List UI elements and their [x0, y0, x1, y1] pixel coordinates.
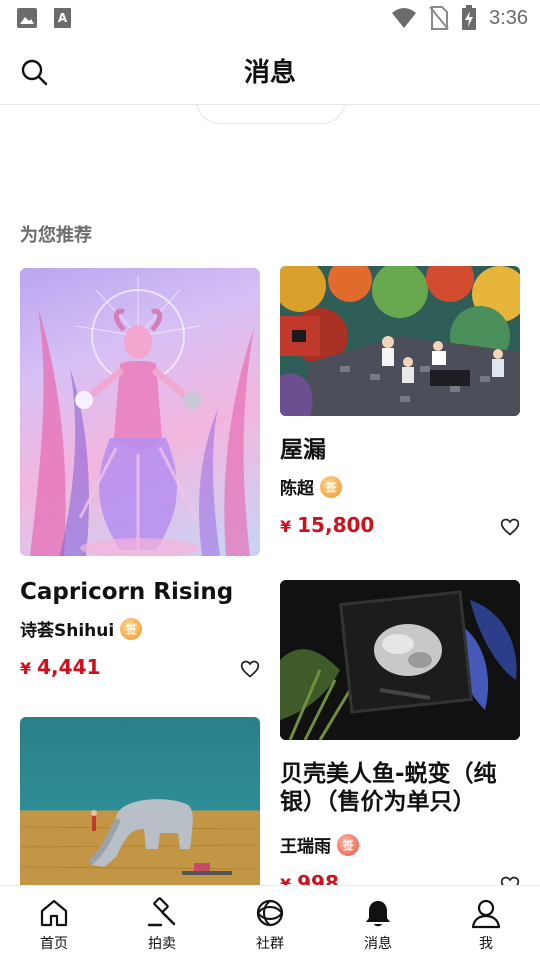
page-title: 消息 — [243, 58, 296, 88]
artist-name[interactable]: 诗荟Shihui — [20, 616, 114, 641]
artist-row[interactable]: 王瑞雨 签 — [280, 832, 520, 857]
price-row: ¥15,800 — [280, 513, 520, 539]
artwork-card[interactable]: Capricorn Rising 诗荟Shihui 签 ¥4,441 — [20, 268, 260, 681]
home-icon — [40, 899, 68, 927]
signed-badge-icon: 签 — [120, 617, 143, 640]
artwork-card[interactable]: 贝壳美人鱼-蜕变（纯银）（售价为单只） 王瑞雨 签 ¥998 — [280, 580, 520, 897]
battery-charging-icon — [462, 5, 477, 30]
top-app-bar: 消息 — [0, 36, 540, 105]
bottom-navigation: 首页 拍卖 社群 消息 我 — [0, 885, 540, 960]
heart-icon[interactable] — [240, 659, 260, 679]
artist-row[interactable]: 陈超 签 — [280, 474, 520, 499]
price: ¥15,800 — [280, 513, 375, 537]
clock: 3:36 — [489, 6, 528, 29]
svg-text:A: A — [58, 11, 68, 25]
profile-icon — [471, 899, 501, 929]
nav-item-home[interactable]: 首页 — [0, 886, 108, 960]
nav-label: 拍卖 — [148, 936, 176, 952]
nav-label: 我 — [479, 936, 493, 952]
artwork-image[interactable] — [280, 580, 520, 740]
artist-row[interactable]: 诗荟Shihui 签 — [20, 616, 260, 641]
artwork-card[interactable] — [20, 717, 260, 887]
nav-label: 首页 — [40, 936, 68, 952]
nav-label: 消息 — [364, 936, 392, 952]
heart-icon[interactable] — [500, 517, 520, 537]
artwork-image[interactable] — [20, 268, 260, 556]
bell-icon — [366, 901, 390, 927]
nav-item-community[interactable]: 社群 — [216, 886, 324, 960]
artist-name[interactable]: 王瑞雨 — [280, 832, 331, 857]
nav-item-auction[interactable]: 拍卖 — [108, 886, 216, 960]
nav-item-messages[interactable]: 消息 — [324, 886, 432, 960]
price-row: ¥4,441 — [20, 655, 260, 681]
text-notification-icon: A — [54, 8, 71, 28]
no-sim-icon — [429, 6, 449, 30]
wifi-icon — [392, 8, 417, 28]
artwork-title[interactable]: 贝壳美人鱼-蜕变（纯银）（售价为单只） — [280, 760, 520, 816]
artwork-image[interactable] — [280, 266, 520, 416]
artwork-title[interactable]: 屋漏 — [280, 436, 520, 464]
artwork-title[interactable]: Capricorn Rising — [20, 578, 260, 606]
nav-label: 社群 — [256, 936, 284, 952]
section-title: 为您推荐 — [20, 225, 92, 246]
artwork-card[interactable]: 屋漏 陈超 签 ¥15,800 — [280, 266, 520, 539]
nav-item-me[interactable]: 我 — [432, 886, 540, 960]
artwork-image[interactable] — [20, 717, 260, 887]
status-bar: A 3:36 — [0, 0, 540, 36]
gallery-notification-icon — [17, 8, 37, 28]
price: ¥4,441 — [20, 655, 101, 679]
community-icon — [256, 899, 284, 927]
signed-badge-icon: 签 — [320, 475, 342, 498]
signed-badge-icon: 签 — [337, 833, 359, 856]
artist-name[interactable]: 陈超 — [280, 474, 314, 499]
auction-hammer-icon — [147, 897, 176, 927]
